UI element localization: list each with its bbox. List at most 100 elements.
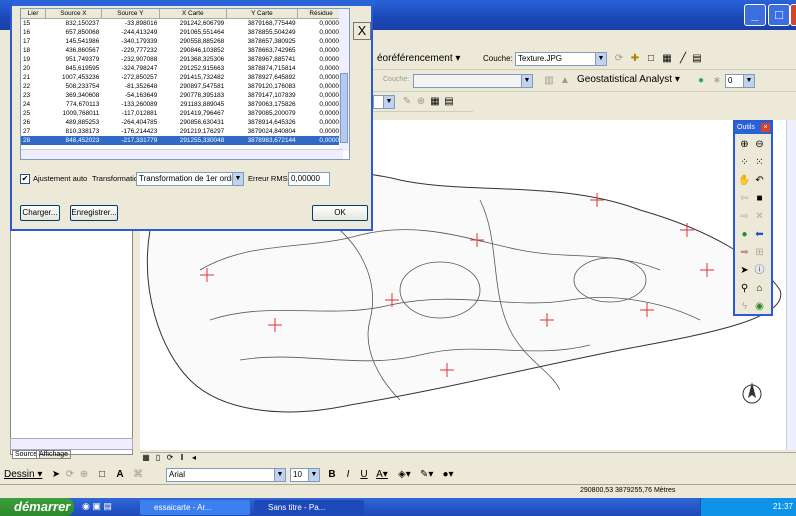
data-view-icon[interactable]: ▦ (140, 453, 152, 463)
measure-icon[interactable]: ⊞ (752, 244, 767, 262)
globe-icon[interactable]: ● (695, 75, 707, 87)
table-row[interactable]: 28 848,452023 -217,331779 291255,330048 3878… (21, 135, 345, 145)
table-row[interactable]: 18 436,860567 -229,777232 290846,103852 3878… (21, 46, 345, 55)
back-arrow-icon[interactable]: ⬅ (752, 226, 767, 244)
table-vscroll[interactable] (339, 9, 349, 151)
table-row[interactable]: 17 145,541986 -340,179339 290558,885268 3878… (21, 37, 345, 46)
rotate-icon[interactable]: ⟳ (613, 53, 625, 65)
draw-menu[interactable]: Dessin ▾ (4, 469, 42, 480)
app-icon[interactable]: ▣ (92, 501, 101, 511)
tools-close-icon[interactable]: × (761, 123, 770, 132)
table-row[interactable]: 26 489,885253 -264,404785 290856,630431 3878… (21, 118, 345, 127)
table2-icon[interactable]: ▦ (429, 96, 441, 108)
bold-button[interactable]: B (326, 469, 338, 481)
cross-icon[interactable]: ✕ (752, 208, 767, 226)
editor-select[interactable]: ▼ (373, 95, 395, 109)
save-icon[interactable]: ■ (752, 190, 767, 208)
full-extent-icon[interactable]: ↶ (752, 172, 767, 190)
table-row[interactable]: 15 832,150237 -33,898016 291242,606799 38791… (21, 18, 345, 28)
line-icon[interactable]: ╱ (677, 53, 689, 65)
geostat-menu[interactable]: Geostatistical Analyst ▾ (577, 74, 680, 85)
layer-select[interactable]: Texture.JPG ▼ (515, 52, 607, 66)
rotate-element-icon[interactable]: ⟳ (64, 469, 76, 481)
zoom-element-icon[interactable]: ⊕ (78, 469, 90, 481)
time-slider-icon[interactable]: ◉ (752, 298, 767, 316)
table-row[interactable]: 21 1007,453236 -272,850257 291415,732482 387… (21, 73, 345, 82)
select-elements-icon[interactable]: ➤ (50, 469, 62, 481)
page-icon[interactable]: □ (645, 53, 657, 65)
add-control-point-icon[interactable]: ✚ (629, 53, 641, 65)
transformation-select[interactable]: Transformation de 1er ordre ▼ (136, 172, 244, 186)
lightning-icon[interactable]: ϟ (737, 298, 752, 316)
col-header[interactable]: Résidue (297, 9, 345, 19)
scroll-left-icon[interactable]: ◂ (188, 453, 200, 463)
fill-color-icon[interactable]: ◈▾ (398, 469, 411, 481)
load-button[interactable]: Charger... (20, 205, 60, 221)
layer2-select[interactable]: ▼ (413, 74, 533, 88)
zoom-out-icon[interactable]: ⊖ (752, 136, 767, 154)
table-row[interactable]: 27 810,338173 -176,214423 291219,176297 3879… (21, 127, 345, 136)
tab-display[interactable]: Affichage (36, 450, 72, 459)
zoom-select[interactable]: 0 ▼ (725, 74, 755, 88)
table-row[interactable]: 23 369,340608 -54,163649 290778,395183 38791… (21, 91, 345, 100)
start-button[interactable]: démarrer (0, 498, 74, 516)
col-header[interactable]: Source X (45, 9, 102, 19)
map-hscroll[interactable]: ▦ ▯ ⟳ ‖ ◂ (140, 452, 796, 464)
col-header[interactable]: Source Y (101, 9, 160, 19)
task-paint[interactable]: Sans titre - Pa... (254, 500, 364, 515)
font-select[interactable]: Arial ▼ (166, 468, 286, 482)
fixed-zoom-in-icon[interactable]: ⁘ (737, 154, 752, 172)
ok-button[interactable]: OK (312, 205, 368, 221)
table-row[interactable]: 24 774,670113 -133,260089 291183,889045 3879… (21, 100, 345, 109)
layout-view-icon[interactable]: ▯ (152, 453, 164, 463)
close-dialog-button[interactable]: X (353, 22, 371, 40)
link-table[interactable]: Lier Source X Source Y X Carte Y Carte R… (20, 8, 350, 160)
dot-icon[interactable]: ∗ (711, 75, 723, 87)
italic-button[interactable]: I (342, 469, 354, 481)
next-extent-icon[interactable]: ⇨ (737, 208, 752, 226)
find-icon[interactable]: ⚲ (737, 280, 752, 298)
rectangle-icon[interactable]: □ (96, 469, 108, 481)
grid2-icon[interactable]: ▤ (443, 96, 455, 108)
pencil-icon[interactable]: ✎ (401, 96, 413, 108)
marker-color-icon[interactable]: ●▾ (442, 469, 454, 481)
edit-vertices-icon[interactable]: ⌘ (132, 469, 144, 481)
table-icon[interactable]: ▦ (661, 53, 673, 65)
browser-icon[interactable]: ◉ (82, 501, 90, 511)
col-header[interactable]: Lier (21, 9, 47, 19)
font-color-icon[interactable]: A▾ (376, 469, 388, 481)
close-window-button[interactable] (790, 4, 796, 26)
pause-icon[interactable]: ‖ (176, 453, 188, 463)
folder-icon[interactable]: ▤ (103, 501, 112, 511)
globe-icon[interactable]: ● (737, 226, 752, 244)
table-row[interactable]: 16 657,850068 -244,413249 291065,551464 3878… (21, 28, 345, 37)
line-color-icon[interactable]: ✎▾ (420, 469, 433, 481)
task-arcmap[interactable]: essaicarte - Ar... (140, 500, 250, 515)
font-size-select[interactable]: 10 ▼ (290, 468, 320, 482)
target-icon[interactable]: ⊕ (415, 96, 427, 108)
table-row[interactable]: 25 1009,768011 -117,012881 291419,796467 387… (21, 109, 345, 118)
grid-icon[interactable]: ▤ (691, 53, 703, 65)
refresh-icon[interactable]: ⟳ (164, 453, 176, 463)
previous-extent-icon[interactable]: ⇦ (737, 190, 752, 208)
fixed-zoom-out-icon[interactable]: ⁙ (752, 154, 767, 172)
minimize-button[interactable]: _ (744, 4, 766, 26)
zoom-in-icon[interactable]: ⊕ (737, 136, 752, 154)
auto-adjust-checkbox[interactable]: ✔ (20, 174, 30, 184)
map-vscroll[interactable] (786, 120, 796, 450)
forward-arrow-icon[interactable]: ➡ (737, 244, 752, 262)
toc-hscroll[interactable] (10, 438, 133, 450)
text-icon[interactable]: A (114, 469, 126, 481)
col-header[interactable]: X Carte (159, 9, 227, 19)
scroll-thumb[interactable] (340, 73, 348, 143)
table-hscroll[interactable] (21, 149, 343, 159)
pan-icon[interactable]: ✋ (737, 172, 752, 190)
table-row[interactable]: 19 951,749379 -232,907088 291368,325306 3878… (21, 55, 345, 64)
col-header[interactable]: Y Carte (226, 9, 299, 19)
identify-icon[interactable]: ⓘ (752, 262, 767, 280)
table-row[interactable]: 20 845,619595 -324,798247 291252,915663 3878… (21, 64, 345, 73)
georef-menu[interactable]: éoréférencement ▾ (377, 53, 460, 64)
save-button[interactable]: Enregistrer... (70, 205, 118, 221)
select-arrow-icon[interactable]: ➤ (737, 262, 752, 280)
hyperlink-icon[interactable]: ⌂ (752, 280, 767, 298)
